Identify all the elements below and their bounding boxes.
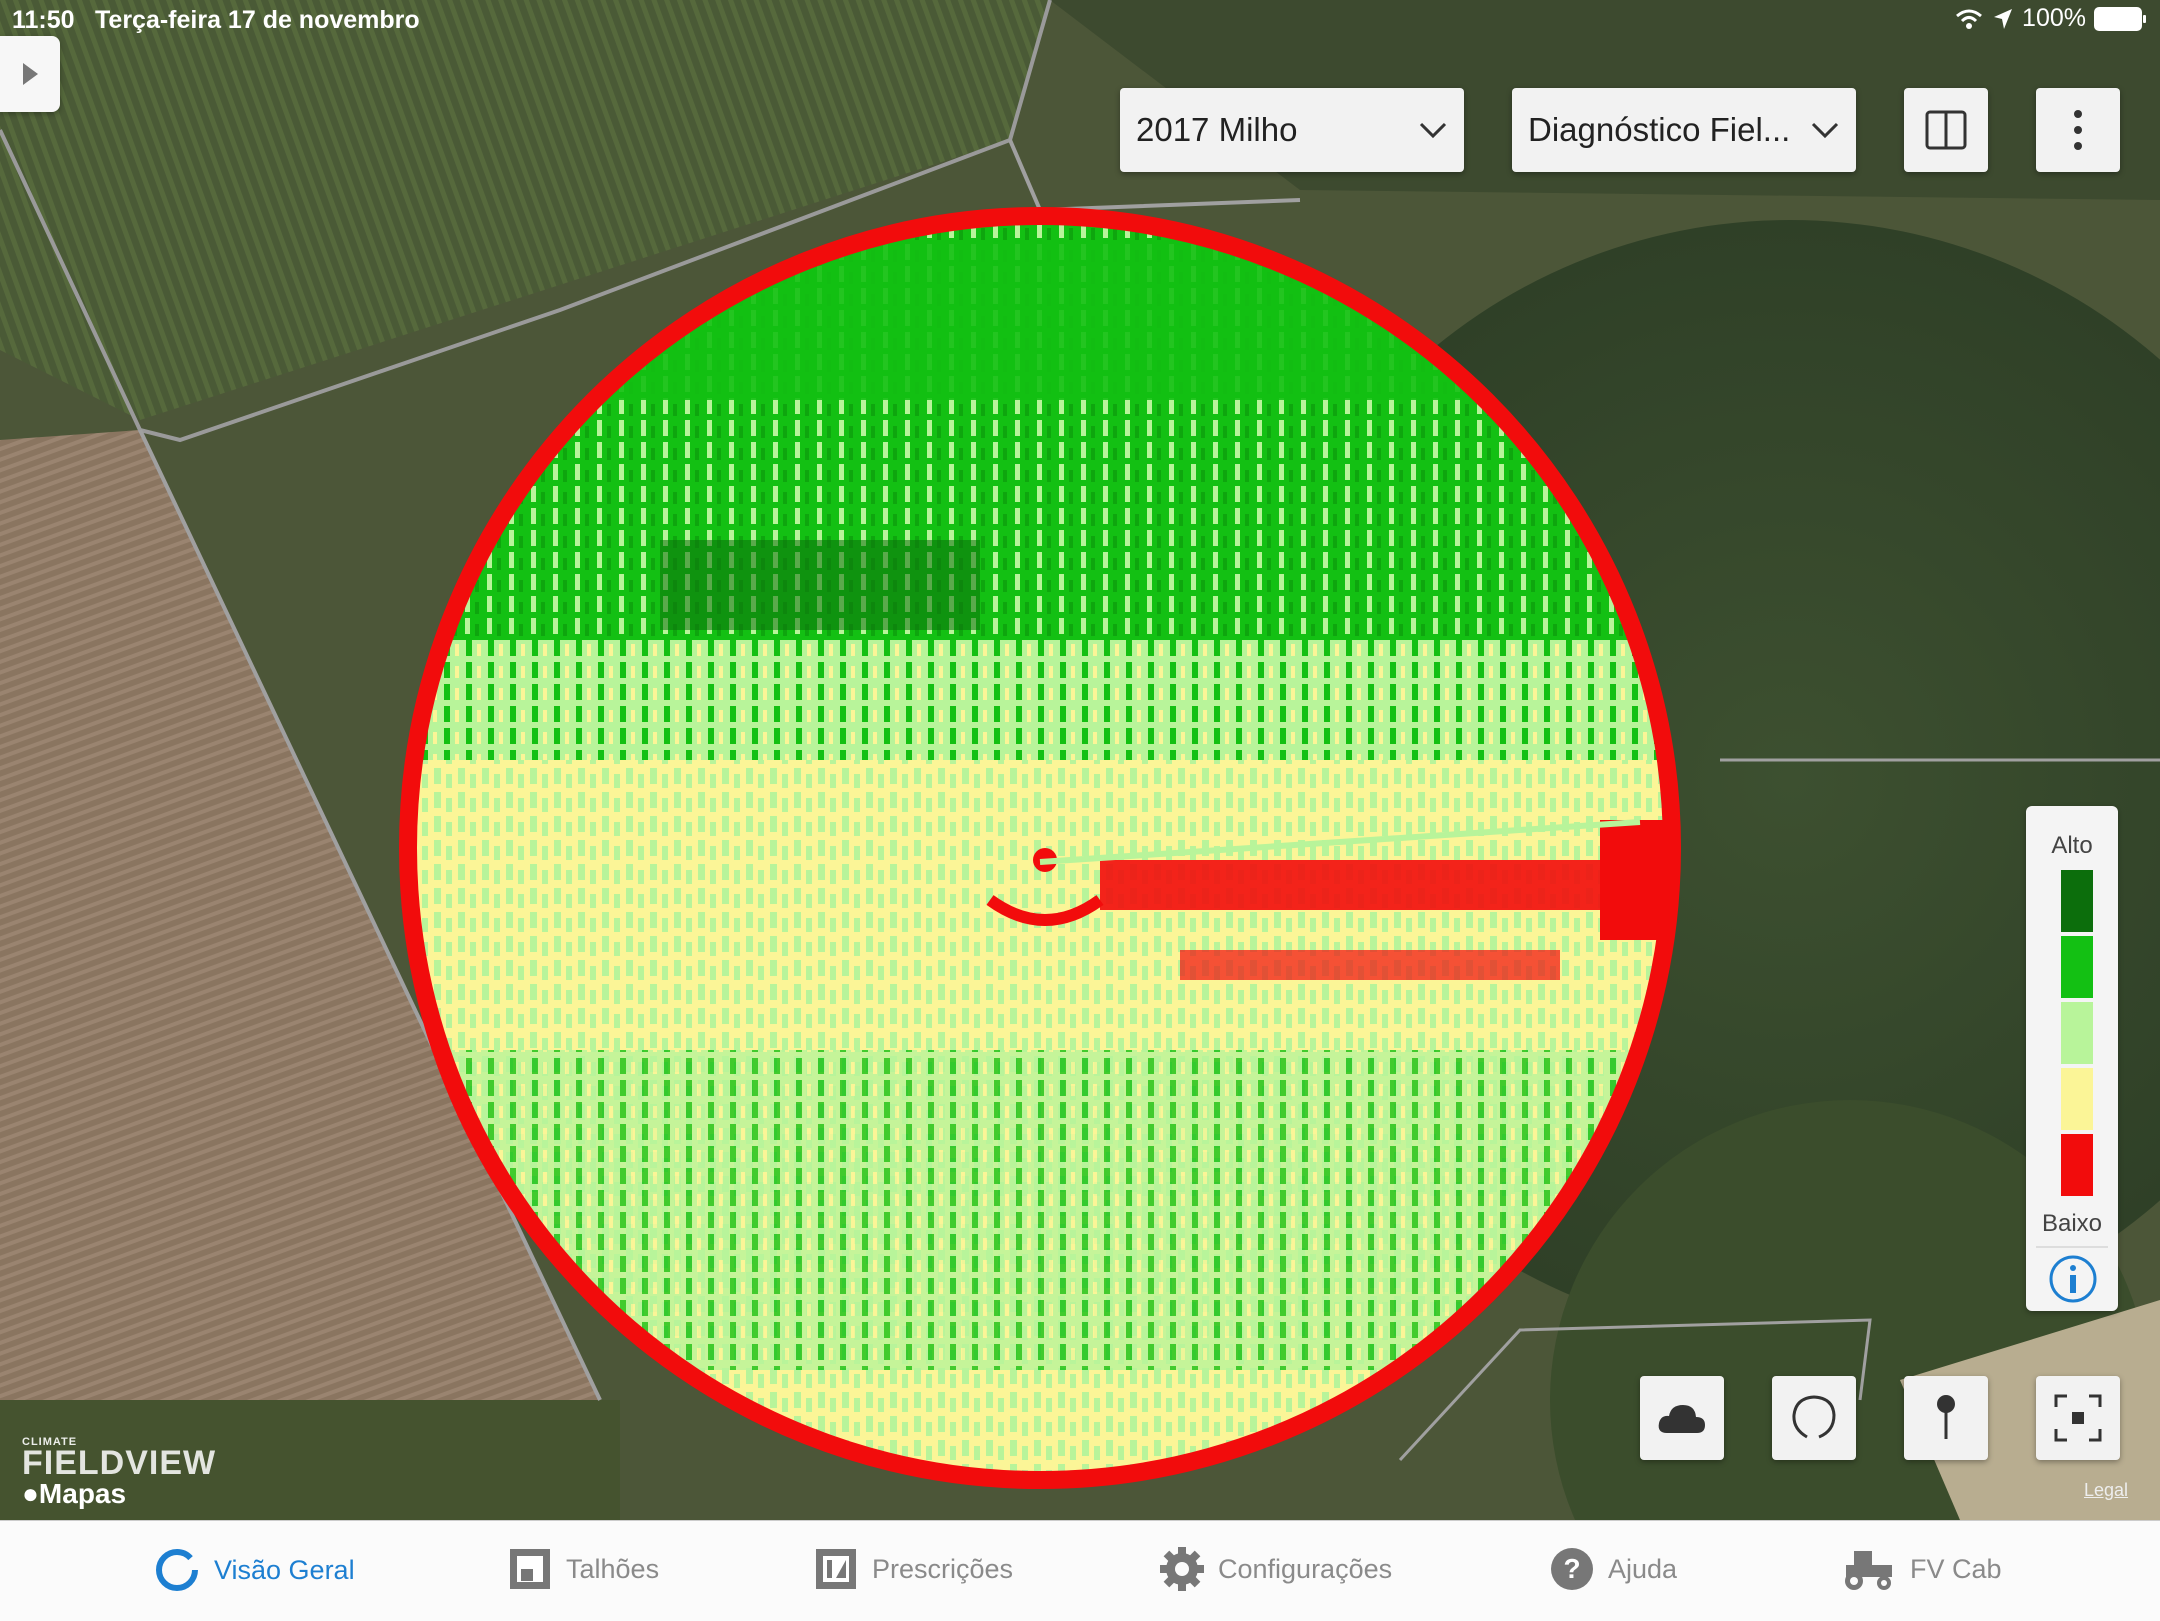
status-bar: 11:50 Terça-feira 17 de novembro 100% [0,0,2160,40]
weather-button[interactable] [1640,1376,1724,1460]
focus-frame-icon [2054,1394,2102,1442]
lasso-icon [1792,1395,1836,1439]
apple-logo-icon: ● [22,1478,39,1509]
more-vertical-icon [2074,110,2082,150]
help-icon: ? [1551,1548,1593,1590]
battery-percent: 100% [2022,4,2086,32]
tab-prescriptions[interactable]: Prescrições [814,1547,1013,1591]
more-options-button[interactable] [2036,88,2120,172]
legend-swatch-5 [2061,1134,2093,1196]
tab-label: Visão Geral [214,1554,355,1585]
overview-icon [156,1549,198,1591]
tab-help[interactable]: ? Ajuda [1550,1547,1677,1591]
sidebar-toggle-button[interactable] [0,36,60,112]
cloud-icon [1658,1405,1705,1433]
season-dropdown[interactable]: 2017 Milho [1120,88,1464,172]
chevron-down-icon [1811,122,1839,139]
status-time: 11:50 [12,6,75,34]
tab-fv-cab[interactable]: FV Cab [1840,1547,2002,1591]
prescriptions-icon [816,1549,856,1589]
satellite-map[interactable] [0,0,2160,1520]
lasso-select-button[interactable] [1772,1376,1856,1460]
satellite-imagery [0,0,2160,1520]
tab-fields[interactable]: Talhões [508,1547,659,1591]
drop-pin-button[interactable] [1904,1376,1988,1460]
split-view-button[interactable] [1904,88,1988,172]
status-date: Terça-feira 17 de novembro [95,6,420,34]
season-dropdown-label: 2017 Milho [1136,111,1298,148]
svg-text:?: ? [1563,1553,1580,1584]
play-arrow-icon [23,63,38,85]
gear-icon [1160,1547,1204,1591]
legend-info-button[interactable] [2048,1254,2098,1311]
tab-overview[interactable]: Visão Geral [154,1547,355,1593]
map-attribution: CLIMATE FIELDVIEW ●Mapas [22,1436,216,1510]
legend-divider [2036,1246,2108,1248]
tab-label: Configurações [1218,1553,1393,1584]
legend-low-label: Baixo [2041,1210,2103,1237]
legend-swatch-1 [2061,870,2093,932]
status-indicators: 100% [1954,4,2146,33]
fit-to-field-button[interactable] [2036,1376,2120,1460]
legal-link[interactable]: Legal [2084,1480,2128,1501]
map-provider: ●Mapas [22,1478,127,1509]
legend-high-label: Alto [2051,832,2093,859]
tab-label: Talhões [566,1553,660,1584]
pin-icon [1937,1395,1955,1439]
brand-logo-text: FIELDVIEW [22,1444,217,1482]
location-arrow-icon [1994,8,2013,29]
wifi-icon [1956,9,1983,29]
battery-icon [2094,6,2146,31]
legend-swatch-2 [2061,936,2093,998]
legend-swatch-4 [2061,1068,2093,1130]
tab-label: Ajuda [1608,1553,1678,1584]
fields-icon [510,1549,550,1589]
layer-dropdown-label: Diagnóstico Fiel... [1528,111,1791,148]
split-view-icon [1925,110,1967,150]
layer-dropdown[interactable]: Diagnóstico Fiel... [1512,88,1856,172]
tab-label: FV Cab [1910,1553,2002,1584]
tractor-icon [1845,1551,1892,1590]
tab-label: Prescrições [872,1553,1014,1584]
tab-bar: Visão Geral Talhões Prescrições Configur… [0,1520,2160,1621]
legend-swatch-3 [2061,1002,2093,1064]
map-legend: Alto Baixo [2026,806,2118,1311]
tab-settings[interactable]: Configurações [1160,1547,1392,1591]
info-icon [2049,1255,2097,1303]
chevron-down-icon [1419,122,1447,139]
